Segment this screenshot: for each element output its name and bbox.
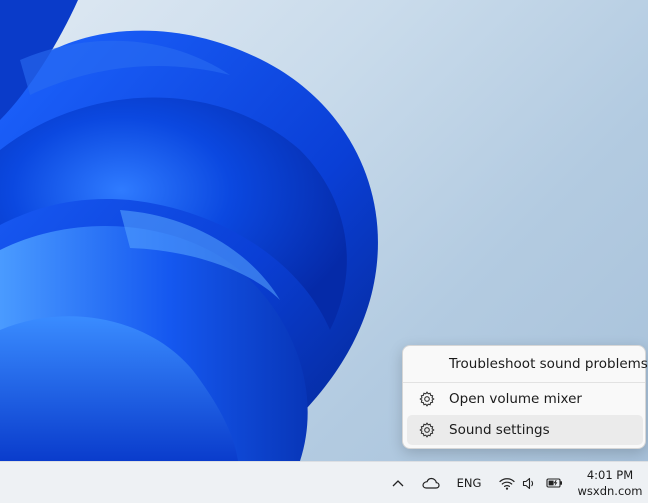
taskbar: ENG 4:01 PM wsxdn.com	[0, 461, 648, 503]
input-language-indicator[interactable]: ENG	[452, 473, 486, 493]
wifi-icon	[499, 477, 515, 490]
chevron-up-icon	[392, 480, 404, 487]
menu-separator	[403, 382, 645, 383]
volume-button[interactable]	[519, 474, 539, 492]
menu-item-sound-settings[interactable]: Sound settings	[407, 415, 643, 445]
gear-icon	[419, 391, 435, 407]
show-hidden-icons-button[interactable]	[388, 474, 408, 492]
battery-button[interactable]	[544, 474, 566, 492]
clock-date: wsxdn.com	[577, 484, 643, 498]
menu-item-label: Sound settings	[449, 422, 550, 438]
desktop-screen: Troubleshoot sound problems Open volume …	[0, 0, 648, 503]
menu-item-label: Troubleshoot sound problems	[449, 356, 648, 372]
clock-button[interactable]: 4:01 PM wsxdn.com	[577, 466, 643, 500]
menu-item-label: Open volume mixer	[449, 391, 582, 407]
volume-icon	[522, 477, 533, 489]
network-button[interactable]	[497, 474, 517, 492]
clock-time: 4:01 PM	[586, 468, 634, 482]
onedrive-cloud-icon	[422, 477, 440, 489]
onedrive-button[interactable]	[420, 474, 442, 492]
sound-context-menu: Troubleshoot sound problems Open volume …	[402, 345, 648, 449]
menu-item-troubleshoot[interactable]: Troubleshoot sound problems	[407, 349, 648, 379]
menu-item-volume-mixer[interactable]: Open volume mixer	[407, 384, 643, 414]
battery-charging-icon	[546, 478, 562, 488]
gear-icon	[419, 422, 435, 438]
